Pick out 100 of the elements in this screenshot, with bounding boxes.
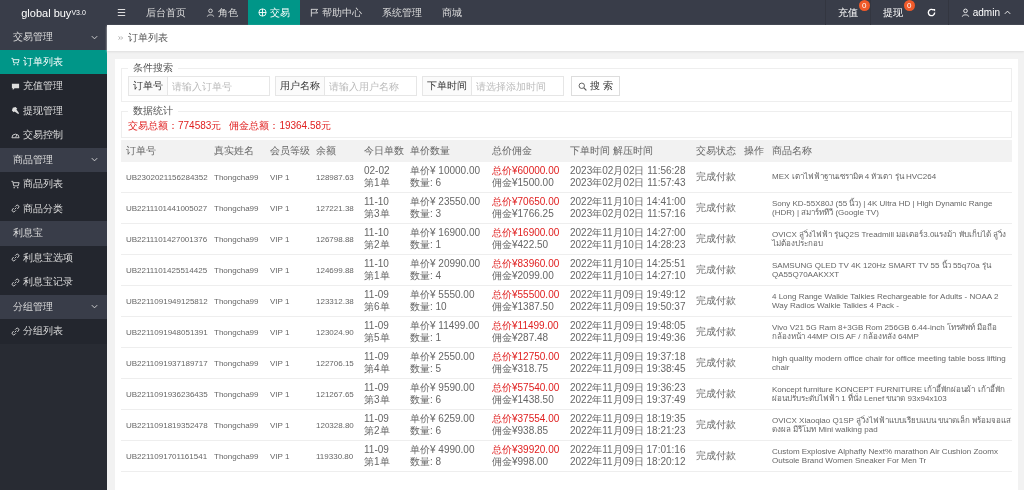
status-cell: 完成付款 (691, 192, 739, 224)
column-header: 今日单数 (359, 140, 405, 162)
search-button[interactable]: 搜 索 (571, 76, 620, 96)
search-field[interactable]: 请输入用户名称 (325, 76, 417, 96)
total-price-text: 总价¥83960.00 (492, 258, 561, 270)
total-price-text: 总价¥60000.00 (492, 165, 561, 177)
date-text: 11-09 (364, 382, 390, 394)
nav-tab[interactable]: 后台首页 (135, 0, 196, 25)
product-name-cell: Custom Explosive Alphafly Next% marathon Air Cushion Zoomx Outsole Brand Women Sneaker For Men Tr (767, 440, 1012, 472)
sidebar-item[interactable]: 提现管理 (0, 98, 107, 123)
nav-tab[interactable]: 角色 (195, 0, 248, 25)
sidebar-item[interactable]: 利息宝记录 (0, 270, 107, 295)
quantity-text: 数量: 3 (410, 208, 443, 220)
total-price-text: 总价¥57540.00 (492, 382, 561, 394)
link-icon (11, 277, 20, 287)
commission-text: 佣金¥318.75 (492, 363, 550, 375)
date-text: 11-10 (364, 227, 390, 239)
name-cell: Thongcha99 (209, 254, 265, 286)
balance-cell: 126798.88 (311, 223, 359, 255)
order-count-text: 第5单 (364, 332, 391, 344)
date-text: 11-10 (364, 258, 390, 270)
total-price-text: 总价¥37554.00 (492, 413, 561, 425)
release-time-text: 2022年11月09日 18:21:23 (570, 425, 687, 437)
level-cell: VIP 1 (265, 440, 311, 472)
column-header: 下单时间 解压时间 (565, 140, 691, 162)
search-field[interactable]: 请选择添加时间 (472, 76, 564, 96)
total-price-text: 总价¥55500.00 (492, 289, 561, 301)
release-time-text: 2022年11月09日 18:20:12 (570, 456, 687, 468)
balance-cell: 123024.90 (311, 316, 359, 348)
order-time-text: 2022年11月09日 18:19:35 (570, 413, 687, 425)
order-time-text: 2022年11月10日 14:25:51 (570, 258, 687, 270)
hammer-icon (11, 106, 20, 116)
order-count-text: 第1单 (364, 270, 391, 282)
total-price-text: 总价¥11499.00 (492, 320, 560, 332)
sidebar-item[interactable]: 利息宝选项 (0, 245, 107, 270)
sidebar-item[interactable]: 分组列表 (0, 319, 107, 344)
quantity-text: 数量: 10 (410, 301, 448, 313)
status-cell: 完成付款 (691, 347, 739, 379)
cart-icon (11, 179, 20, 189)
sidebar-item[interactable]: 商品列表 (0, 172, 107, 197)
column-header: 余额 (311, 140, 359, 162)
commission-text: 佣金¥1500.00 (492, 177, 555, 189)
commission-text: 佣金¥938.85 (492, 425, 550, 437)
sidebar-item[interactable]: 订单列表 (0, 49, 107, 74)
column-header: 会员等级 (265, 140, 311, 162)
order-time-text: 2022年11月10日 14:41:00 (570, 196, 687, 208)
release-time-text: 2023年02月02日 11:57:16 (570, 208, 687, 220)
status-cell: 完成付款 (691, 378, 739, 410)
unit-price-text: 单价¥ 6259.00 (410, 413, 476, 425)
order-count-text: 第1单 (364, 456, 391, 468)
unit-price-text: 单价¥ 11499.00 (410, 320, 481, 332)
caret-icon (1003, 8, 1012, 17)
cart-icon (11, 57, 20, 67)
link-icon (11, 253, 20, 263)
quantity-text: 数量: 8 (410, 456, 443, 468)
release-time-text: 2022年11月10日 14:28:23 (570, 239, 687, 251)
order-number-cell: UB2211091949125812 (121, 285, 209, 317)
nav-tab[interactable]: 交易 (247, 0, 300, 25)
status-cell: 完成付款 (691, 254, 739, 286)
date-text: 11-09 (364, 320, 390, 332)
product-name-cell: MEX เตาไฟฟ้าฐานเซรามิค 4 หัวเตา รุ่น HVC264 (767, 162, 1012, 193)
sidebar-group[interactable]: 利息宝 (0, 221, 107, 246)
order-number-cell: UB2211091701161541 (121, 440, 209, 472)
logo-text: global buy$^{V3.0}$ (20, 5, 87, 21)
unit-price-text: 单价¥ 23550.00 (410, 196, 482, 208)
nav-tab[interactable]: 帮助中心 (299, 0, 372, 25)
level-cell: VIP 1 (265, 192, 311, 224)
refresh-icon[interactable] (926, 8, 936, 17)
date-text: 11-10 (364, 196, 390, 208)
sidebar-group[interactable]: 分组管理 (0, 294, 107, 319)
status-cell: 完成付款 (691, 162, 739, 193)
sidebar-item[interactable]: 充值管理 (0, 74, 107, 99)
commission-text: 佣金¥422.50 (492, 239, 550, 251)
field-label: 下单时间 (422, 76, 472, 96)
globe-icon (257, 8, 267, 17)
sidebar-item[interactable]: 交易控制 (0, 123, 107, 148)
release-time-text: 2022年11月09日 19:50:37 (570, 301, 687, 313)
name-cell: Thongcha99 (209, 409, 265, 441)
sidebar-item[interactable]: 商品分类 (0, 196, 107, 221)
quantity-text: 数量: 4 (410, 270, 443, 282)
nav-tab[interactable]: 系统管理 (371, 0, 432, 25)
nav-tab[interactable]: ☰ (107, 0, 136, 25)
level-cell: VIP 1 (265, 162, 311, 193)
total-price-text: 总价¥16900.00 (492, 227, 561, 239)
nav-tab[interactable]: 商城 (431, 0, 472, 25)
balance-cell: 127221.38 (311, 192, 359, 224)
quantity-text: 数量: 5 (410, 363, 443, 375)
release-time-text: 2022年11月10日 14:27:10 (570, 270, 687, 282)
order-count-text: 第3单 (364, 394, 391, 406)
name-cell: Thongcha99 (209, 162, 265, 193)
quantity-text: 数量: 1 (410, 332, 443, 344)
breadcrumb-link[interactable]: 订单列表 (128, 31, 168, 45)
order-count-text: 第2单 (364, 425, 391, 437)
balance-cell: 128987.63 (311, 162, 359, 193)
sidebar-group[interactable]: 商品管理 (0, 147, 107, 172)
balance-cell: 123312.38 (311, 285, 359, 317)
quantity-text: 数量: 6 (410, 425, 443, 437)
date-text: 02-02 (364, 165, 391, 177)
sidebar-group[interactable]: 交易管理 (0, 25, 107, 50)
user-icon (205, 8, 215, 17)
